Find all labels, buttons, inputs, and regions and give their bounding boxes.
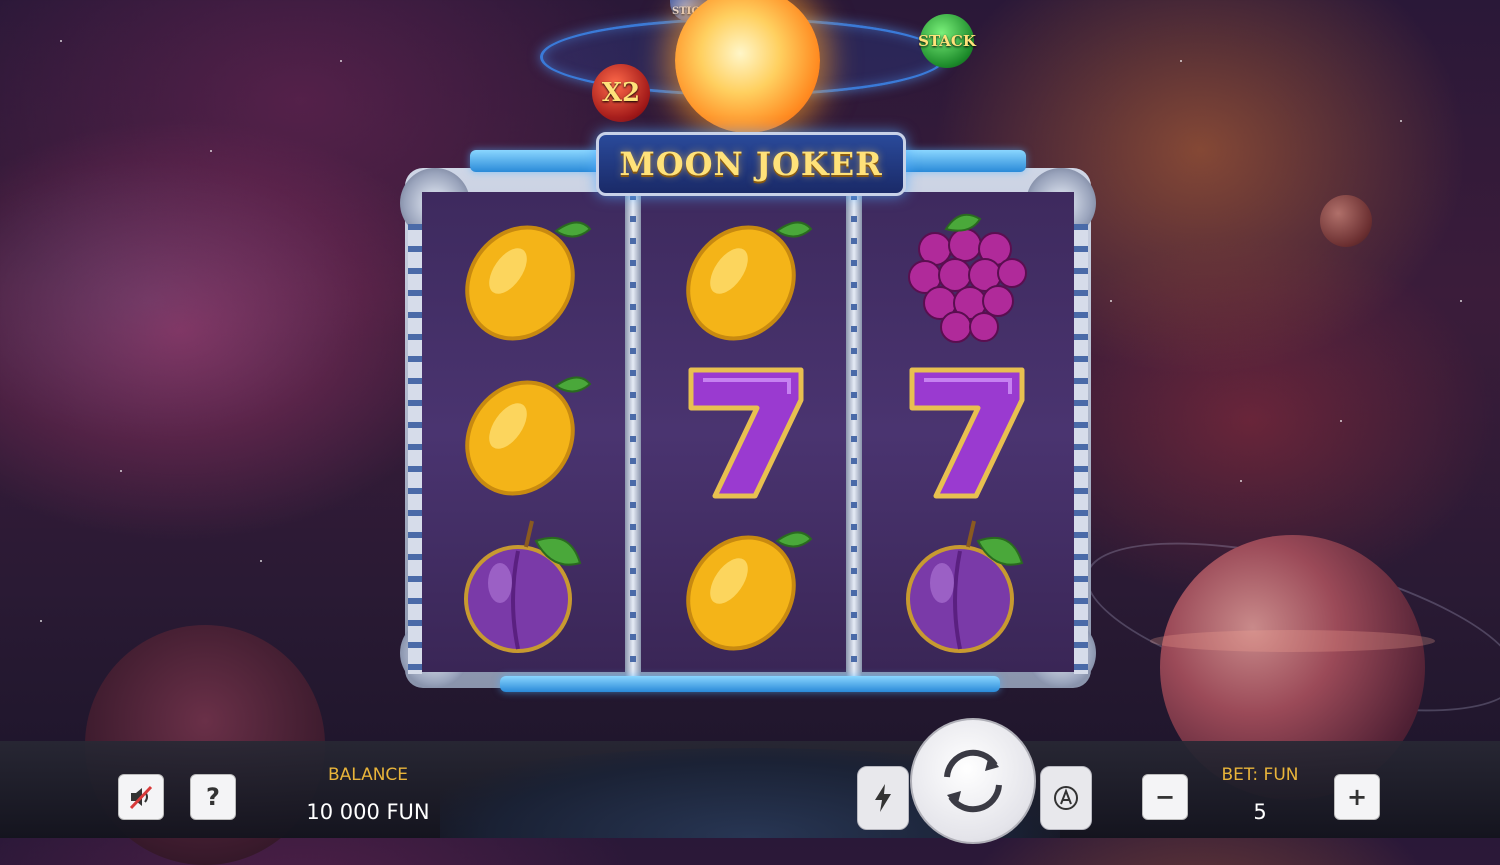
bet-label: BET: FUN [1221, 765, 1299, 785]
spin-arrows-icon [944, 749, 1002, 813]
frame-rail-left [408, 224, 422, 674]
symbol-lemon [422, 198, 624, 353]
lemon-icon [686, 221, 813, 340]
lightning-icon [875, 784, 891, 812]
plus-label: + [1346, 783, 1368, 811]
lemon-icon [465, 221, 592, 340]
spin-button[interactable] [910, 718, 1036, 844]
symbol-lemon [643, 198, 845, 353]
stack-orb: STACK [918, 14, 976, 68]
seven-icon [688, 367, 804, 498]
reel-window [422, 188, 1074, 676]
planet-small [1320, 195, 1372, 247]
seven-icon [909, 367, 1025, 498]
symbol-lemon [422, 353, 624, 508]
help-label: ? [206, 783, 220, 811]
reel-frame: MOON JOKER [400, 128, 1096, 698]
turbo-button[interactable] [857, 766, 909, 830]
bet-decrease-button[interactable]: − [1142, 774, 1188, 820]
autoplay-button[interactable] [1040, 766, 1092, 830]
autoplay-icon [1054, 786, 1078, 810]
lemon-icon [686, 531, 813, 650]
balance-label: BALANCE [327, 765, 409, 785]
game-title: MOON JOKER [619, 145, 883, 183]
reel-1 [422, 192, 624, 672]
help-button[interactable]: ? [190, 774, 236, 820]
multiplier-orb: X2 [592, 64, 650, 122]
plum-icon [906, 520, 1024, 653]
frame-bottom-bar [500, 676, 1000, 692]
symbol-grapes [864, 198, 1066, 353]
reel-divider [846, 188, 862, 676]
sound-muted-icon [129, 785, 153, 810]
balance-value: 10 000 FUN [306, 800, 430, 824]
reel-3 [864, 192, 1066, 672]
bet-value: 5 [1253, 800, 1267, 824]
bet-increase-button[interactable]: + [1334, 774, 1380, 820]
symbol-seven [864, 353, 1066, 508]
symbol-seven [643, 353, 845, 508]
plum-icon [464, 520, 582, 653]
lemon-icon [465, 376, 592, 495]
symbol-lemon [643, 508, 845, 663]
minus-label: − [1154, 783, 1176, 811]
reel-2 [643, 192, 845, 672]
symbol-plum [864, 508, 1066, 663]
grapes-icon [908, 213, 1027, 343]
sound-toggle-button[interactable] [118, 774, 164, 820]
symbol-plum [422, 508, 624, 663]
game-title-plaque: MOON JOKER [596, 132, 906, 196]
frame-rail-right [1074, 224, 1088, 674]
reel-divider [625, 188, 641, 676]
